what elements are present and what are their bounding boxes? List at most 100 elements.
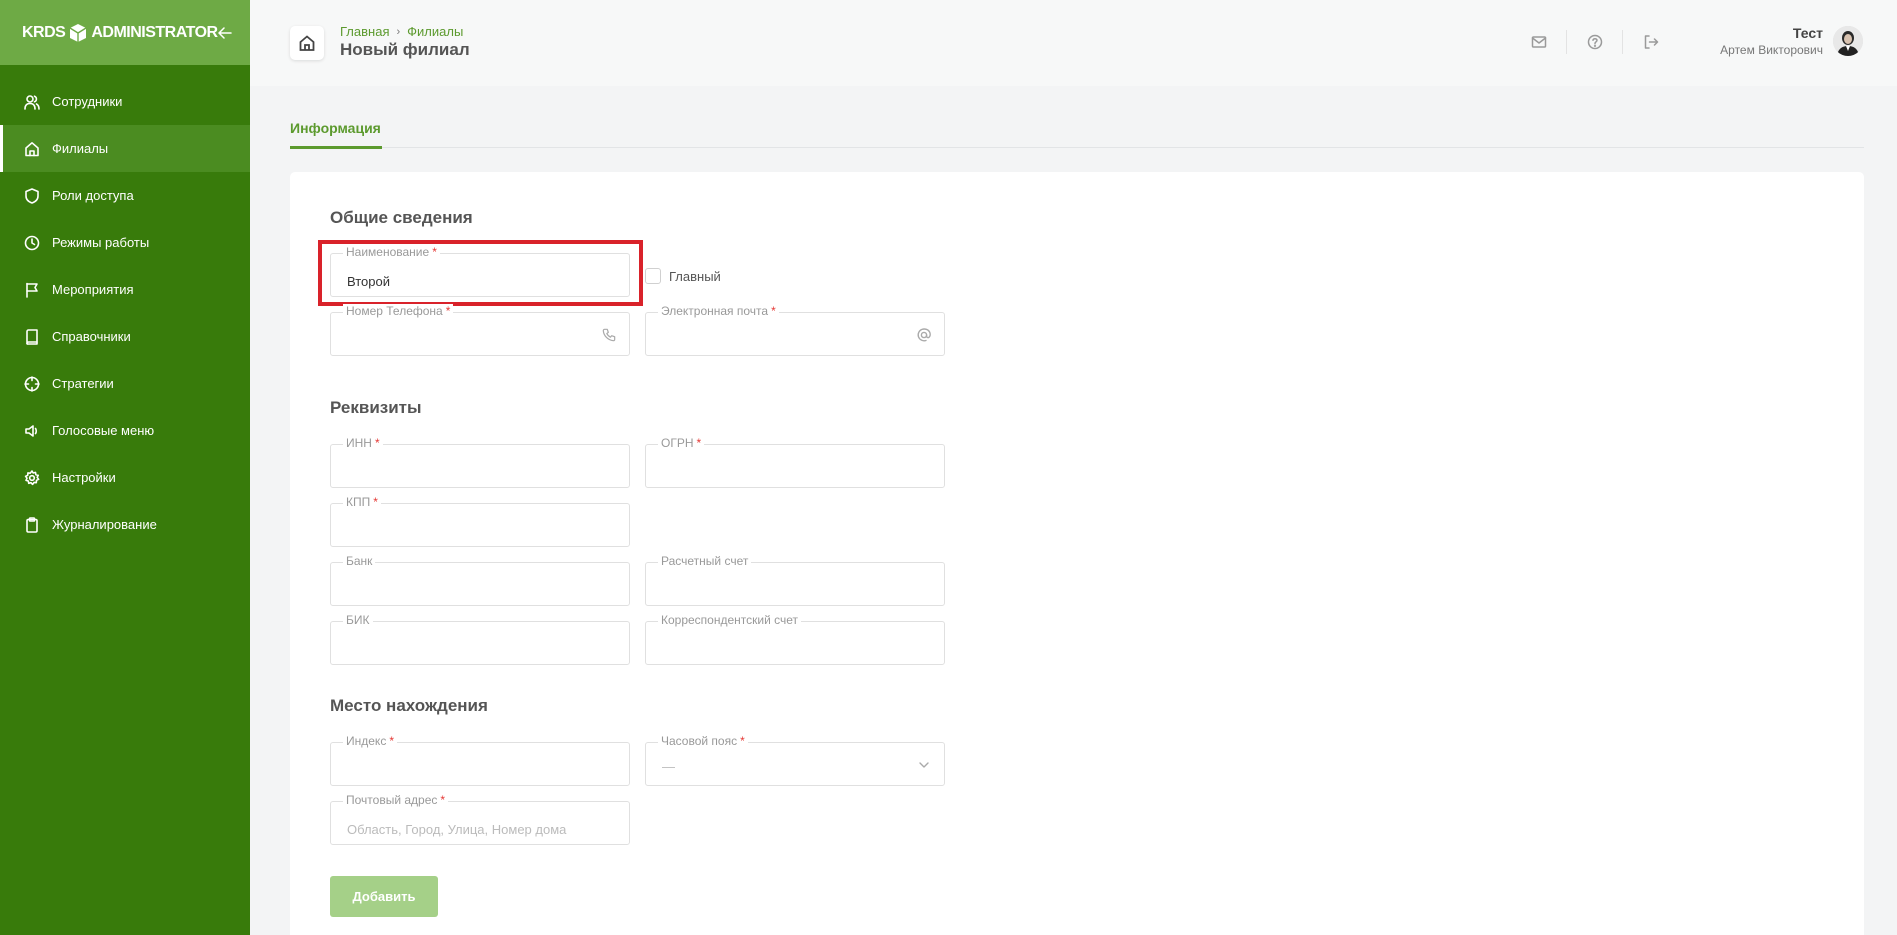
section-title-general: Общие сведения xyxy=(330,208,473,227)
timezone-select-value: — xyxy=(662,759,675,774)
sidebar-item-work-modes[interactable]: Режимы работы xyxy=(0,219,250,266)
email-field: Электронная почта * xyxy=(645,304,945,356)
home-icon xyxy=(24,141,40,157)
sidebar-item-events[interactable]: Мероприятия xyxy=(0,266,250,313)
corr-account-field-label: Корреспондентский счет xyxy=(658,613,802,627)
users-icon xyxy=(24,94,40,110)
book-icon xyxy=(24,328,40,345)
breadcrumb-separator-icon: › xyxy=(396,25,401,38)
shield-icon xyxy=(24,187,40,204)
sidebar-item-employees[interactable]: Сотрудники xyxy=(0,78,250,125)
sidebar-item-label: Журналирование xyxy=(52,517,157,532)
gear-icon xyxy=(24,469,40,486)
chevron-down-icon xyxy=(916,757,932,773)
address-input[interactable] xyxy=(347,820,589,838)
tab-information[interactable]: Информация xyxy=(290,120,382,149)
bank-input[interactable] xyxy=(347,581,589,599)
kpp-field-label: КПП * xyxy=(343,495,381,509)
sidebar-item-label: Режимы работы xyxy=(52,235,150,250)
page-title: Новый филиал xyxy=(340,40,470,59)
sidebar-item-branches[interactable]: Филиалы xyxy=(0,125,250,172)
inn-field-label: ИНН * xyxy=(343,436,383,450)
ogrn-field-label: ОГРН * xyxy=(658,436,705,450)
corr-account-input[interactable] xyxy=(662,640,904,658)
address-field-label: Почтовый адрес * xyxy=(343,793,449,807)
main-branch-checkbox[interactable]: Главный xyxy=(645,268,721,284)
sidebar-item-settings[interactable]: Настройки xyxy=(0,454,250,501)
index-input[interactable] xyxy=(347,761,589,779)
bank-field-label: Банк xyxy=(343,554,376,568)
name-input[interactable] xyxy=(347,272,589,290)
sidebar-item-label: Справочники xyxy=(52,329,131,344)
tab-bar: Информация xyxy=(290,120,1864,149)
sidebar-item-label: Сотрудники xyxy=(52,94,123,109)
sidebar-item-label: Стратегии xyxy=(52,376,114,391)
sidebar-item-logging[interactable]: Журналирование xyxy=(0,501,250,548)
add-button[interactable]: Добавить xyxy=(330,876,438,917)
sidebar-item-label: Роли доступа xyxy=(52,188,134,203)
avatar-icon xyxy=(1833,26,1863,56)
sidebar-item-label: Голосовые меню xyxy=(52,423,155,438)
user-full-name: Артем Викторович xyxy=(1720,43,1823,57)
sidebar-nav: Сотрудники Филиалы Роли доступа Режимы р… xyxy=(0,65,250,548)
ogrn-field: ОГРН * xyxy=(645,436,945,488)
breadcrumb-branches-link[interactable]: Филиалы xyxy=(407,24,463,39)
name-field-label: Наименование * xyxy=(343,245,440,259)
corr-account-field: Корреспондентский счет xyxy=(645,613,945,665)
help-button[interactable] xyxy=(1567,30,1623,54)
sidebar-item-strategies[interactable]: Стратегии xyxy=(0,360,250,407)
bik-input[interactable] xyxy=(347,640,589,658)
account-field-label: Расчетный счет xyxy=(658,554,752,568)
collapse-sidebar-button[interactable] xyxy=(217,23,232,43)
sidebar-item-label: Настройки xyxy=(52,470,116,485)
kpp-field: КПП * xyxy=(330,495,630,547)
cube-icon xyxy=(69,23,87,42)
sidebar: KRDS ADMINISTRATOR Сотрудники Филиалы Ро… xyxy=(0,0,250,935)
phone-icon xyxy=(601,327,617,343)
clipboard-icon xyxy=(24,516,40,533)
bik-field-label: БИК xyxy=(343,613,373,627)
sidebar-item-voice-menus[interactable]: Голосовые меню xyxy=(0,407,250,454)
arrow-left-icon xyxy=(217,26,232,39)
crosshair-icon xyxy=(24,375,40,392)
logout-button[interactable] xyxy=(1623,30,1679,54)
ogrn-input[interactable] xyxy=(662,463,904,481)
index-field-label: Индекс * xyxy=(343,734,397,748)
timezone-select-label: Часовой пояс * xyxy=(658,734,748,748)
mail-button[interactable] xyxy=(1511,30,1567,54)
section-title-location: Место нахождения xyxy=(330,696,488,715)
kpp-input[interactable] xyxy=(347,522,589,540)
inn-field: ИНН * xyxy=(330,436,630,488)
brand-bar: KRDS ADMINISTRATOR xyxy=(0,0,250,65)
user-first-name: Тест xyxy=(1792,25,1823,41)
name-field: Наименование * xyxy=(330,245,630,297)
speaker-icon xyxy=(24,423,40,439)
account-field: Расчетный счет xyxy=(645,554,945,606)
logo-text-left: KRDS xyxy=(22,23,66,41)
bik-field: БИК xyxy=(330,613,630,665)
bank-field: Банк xyxy=(330,554,630,606)
section-title-requisites: Реквизиты xyxy=(330,398,422,417)
inn-input[interactable] xyxy=(347,463,589,481)
phone-input[interactable] xyxy=(347,331,589,349)
account-input[interactable] xyxy=(662,581,904,599)
avatar xyxy=(1833,26,1863,56)
email-input[interactable] xyxy=(662,331,904,349)
clock-icon xyxy=(24,235,40,251)
timezone-select[interactable]: Часовой пояс * — xyxy=(645,734,945,786)
home-icon xyxy=(299,35,315,51)
user-menu[interactable]: Тест Артем Викторович xyxy=(1720,25,1863,57)
address-field: Почтовый адрес * xyxy=(330,793,630,845)
mail-icon xyxy=(1531,36,1546,48)
logout-icon xyxy=(1644,35,1659,49)
sidebar-item-access-roles[interactable]: Роли доступа xyxy=(0,172,250,219)
breadcrumb: Главная › Филиалы xyxy=(340,24,463,39)
logo-text-right: ADMINISTRATOR xyxy=(91,23,218,41)
checkbox-box[interactable] xyxy=(645,268,661,284)
home-button[interactable] xyxy=(290,26,324,60)
logo[interactable]: KRDS ADMINISTRATOR xyxy=(22,23,218,43)
at-icon xyxy=(916,327,932,343)
branch-form-card: Общие сведения Наименование* Главный Ном… xyxy=(290,172,1864,935)
sidebar-item-directories[interactable]: Справочники xyxy=(0,313,250,360)
breadcrumb-home-link[interactable]: Главная xyxy=(340,24,389,39)
